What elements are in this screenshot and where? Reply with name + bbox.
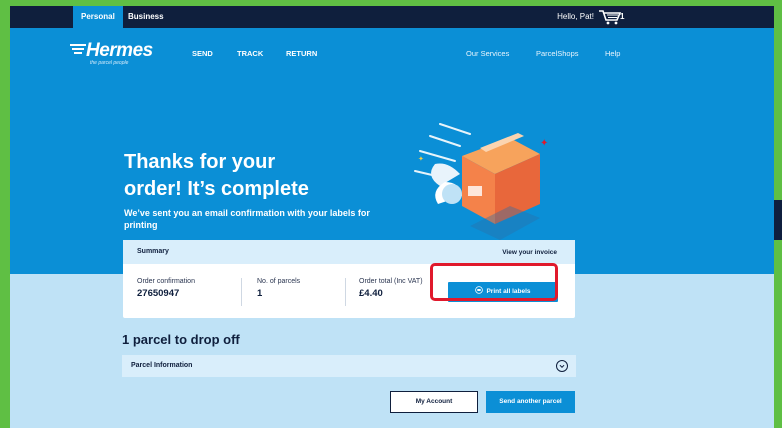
tab-business[interactable]: Business (120, 6, 172, 28)
nav-send[interactable]: SEND (192, 49, 213, 58)
chevron-down-icon[interactable] (556, 360, 568, 372)
divider (241, 278, 242, 306)
parcel-count: No. of parcels 1 (257, 278, 300, 299)
parcel-information-label: Parcel Information (131, 362, 193, 369)
summary-header: Summary View your invoice (123, 240, 575, 264)
user-greeting[interactable]: Hello, Pat! (557, 6, 594, 28)
my-account-button[interactable]: My Account (390, 391, 478, 413)
page-title-line1: Thanks for your (124, 151, 276, 173)
logo-wing-icon (70, 44, 86, 54)
cart-count-badge: 1 (620, 12, 625, 21)
flying-parcel-illustration: ✦ ✦ (414, 123, 548, 240)
feedback-side-tab[interactable] (774, 200, 782, 240)
page: Personal Business Hello, Pat! 1 Hermes t… (10, 6, 774, 428)
parcel-information-accordion[interactable]: Parcel Information (122, 355, 576, 377)
order-total-label: Order total (Inc VAT) (359, 278, 423, 285)
nav-our-services[interactable]: Our Services (466, 49, 509, 58)
nav-return[interactable]: RETURN (286, 49, 317, 58)
parcels-heading: 1 parcel to drop off (122, 332, 240, 347)
parcel-count-value: 1 (257, 288, 263, 299)
order-confirmation-label: Order confirmation (137, 278, 195, 285)
nav-help[interactable]: Help (605, 49, 620, 58)
nav-track[interactable]: TRACK (237, 49, 263, 58)
order-confirmation-number: 27650947 (137, 288, 180, 299)
order-confirmation: Order confirmation 27650947 (137, 278, 195, 299)
top-utility-bar: Personal Business Hello, Pat! 1 (10, 6, 774, 28)
print-button-highlight (430, 263, 558, 301)
nav-parcelshops[interactable]: ParcelShops (536, 49, 579, 58)
parcel-count-label: No. of parcels (257, 278, 301, 285)
page-title: Thanks for your order! It’s complete (124, 149, 384, 203)
order-total-value: £4.40 (359, 288, 383, 299)
cart-icon[interactable] (598, 9, 622, 25)
page-title-line2: order! It’s complete (124, 178, 309, 200)
confirmation-message: We’ve sent you an email confirmation wit… (124, 208, 370, 230)
summary-heading: Summary (137, 248, 169, 255)
view-invoice-link[interactable]: View your invoice (502, 249, 557, 256)
divider (345, 278, 346, 306)
svg-text:✦: ✦ (540, 138, 548, 149)
svg-text:✦: ✦ (418, 155, 424, 163)
tab-personal[interactable]: Personal (73, 6, 123, 28)
send-another-parcel-button[interactable]: Send another parcel (486, 391, 575, 413)
hermes-logo[interactable]: Hermes the parcel people (70, 40, 153, 66)
order-total: Order total (Inc VAT) £4.40 (359, 278, 423, 299)
